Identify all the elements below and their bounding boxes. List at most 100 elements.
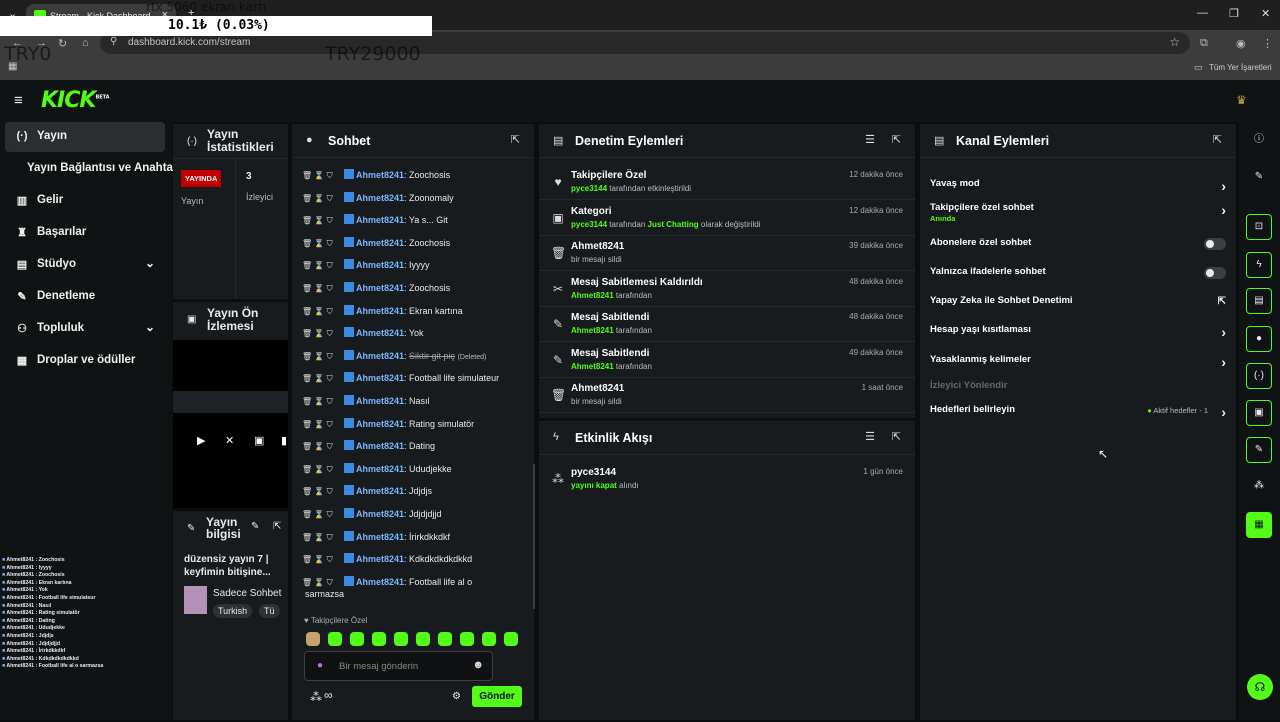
extensions-icon[interactable]: ⧉	[1200, 37, 1208, 50]
fullscreen-icon[interactable]: ▮	[281, 434, 287, 447]
emote-icon[interactable]	[372, 632, 386, 646]
popout-icon[interactable]: ⇱	[1213, 133, 1222, 146]
chat-username[interactable]: Ahmet8241	[356, 170, 404, 180]
mod-actions[interactable]: 🗑 ⌛ ⛉	[302, 284, 344, 294]
banned-words-row[interactable]: Yasaklanmış kelimeler ›	[930, 354, 1228, 378]
chat-username[interactable]: Ahmet8241	[356, 260, 404, 270]
nav-item-topluluk[interactable]: ⚇ Topluluk ⌄	[5, 314, 165, 344]
mod-actions[interactable]: 🗑 ⌛ ⛉	[302, 329, 344, 339]
mod-user[interactable]: pyce3144	[571, 220, 607, 229]
chat-message[interactable]: 🗑 ⌛ ⛉ Ahmet8241: Ya s... Git	[302, 214, 522, 226]
mod-actions[interactable]: 🗑 ⌛ ⛉	[302, 420, 344, 430]
ai-moderation-row[interactable]: Yapay Zeka ile Sohbet Denetimi ⇱	[930, 295, 1228, 319]
maximize-icon[interactable]: ❐	[1229, 7, 1239, 20]
emoji-icon[interactable]: ☻	[472, 659, 484, 671]
followers-chat-row[interactable]: Takipçilere özel sohbet Anında ›	[930, 202, 1228, 226]
slow-mode-row[interactable]: Yavaş mod ›	[930, 178, 1228, 202]
chat-message[interactable]: 🗑 ⌛ ⛉ Ahmet8241: Zoochosis	[302, 169, 522, 181]
screenshot-icon[interactable]: ⊡	[1246, 214, 1272, 240]
emote-icon[interactable]	[394, 632, 408, 646]
menu-dots-icon[interactable]: ⋮	[1262, 37, 1273, 50]
mod-actions[interactable]: 🗑 ⌛ ⛉	[302, 465, 344, 475]
mod-actions[interactable]: 🗑 ⌛ ⛉	[302, 171, 344, 181]
popout-icon[interactable]: ⇱	[511, 133, 520, 146]
support-headset-icon[interactable]: ☊	[1247, 674, 1273, 700]
mod-user[interactable]: Ahmet8241	[571, 326, 614, 335]
mod-actions[interactable]: 🗑 ⌛ ⛉	[302, 533, 344, 543]
kick-logo[interactable]: KICKBETA	[41, 88, 110, 113]
mic-icon[interactable]: ●	[317, 660, 323, 671]
edit-icon[interactable]: ✎	[251, 521, 259, 532]
chat-message[interactable]: 🗑 ⌛ ⛉ Ahmet8241: Nasıl	[302, 395, 522, 407]
home-icon[interactable]: ⌂	[82, 37, 89, 49]
chat-username[interactable]: Ahmet8241	[356, 509, 404, 519]
chat-message[interactable]: 🗑 ⌛ ⛉ Ahmet8241: Siktir git piç (Deleted)	[302, 349, 522, 362]
emote-icon[interactable]	[350, 632, 364, 646]
chat-username[interactable]: Ahmet8241	[356, 215, 404, 225]
popout-icon[interactable]: ⇱	[892, 430, 901, 443]
chat-message[interactable]: 🗑 ⌛ ⛉ Ahmet8241: Yok	[302, 327, 522, 339]
chat-message[interactable]: 🗑 ⌛ ⛉ Ahmet8241: Zoochosis	[302, 236, 522, 249]
chat-input[interactable]: ● Bir mesaj gönderin ☻	[304, 651, 493, 681]
chat-username[interactable]: Ahmet8241	[356, 193, 404, 203]
chat-username[interactable]: Ahmet8241	[356, 554, 404, 564]
chat-username[interactable]: Ahmet8241	[356, 351, 404, 361]
mod-actions[interactable]: 🗑 ⌛ ⛉	[302, 239, 344, 249]
kick-points-icon[interactable]: ⁂	[1246, 474, 1272, 500]
emote-icon[interactable]	[438, 632, 452, 646]
mod-actions[interactable]: 🗑 ⌛ ⛉	[302, 578, 344, 588]
chat-message[interactable]: 🗑 ⌛ ⛉ Ahmet8241: Ekran kartına	[302, 304, 522, 317]
mod-user[interactable]: Ahmet8241	[571, 291, 614, 300]
chat-username[interactable]: Ahmet8241	[356, 577, 404, 587]
emote-icon[interactable]	[504, 632, 518, 646]
chat-username[interactable]: Ahmet8241	[356, 532, 404, 542]
video-preview[interactable]: ▶ ✕ ▣ ▮	[173, 340, 288, 508]
chat-message[interactable]: 🗑 ⌛ ⛉ Ahmet8241: Ududjekke	[302, 462, 522, 475]
chat-bubble-icon[interactable]: ●	[1246, 326, 1272, 352]
pip-icon[interactable]: ▣	[254, 434, 264, 447]
chat-username[interactable]: Ahmet8241	[356, 306, 404, 316]
mod-actions[interactable]: 🗑 ⌛ ⛉	[302, 216, 344, 226]
layout-icon[interactable]: ▣	[1246, 400, 1272, 426]
reload-icon[interactable]: ↻	[58, 37, 67, 50]
mod-actions[interactable]: 🗑 ⌛ ⛉	[302, 307, 344, 317]
chat-message[interactable]: 🗑 ⌛ ⛉ Ahmet8241: Zoonomaly	[302, 191, 522, 204]
mod-actions[interactable]: 🗑 ⌛ ⛉	[302, 442, 344, 452]
mod-actions[interactable]: 🗑 ⌛ ⛉	[302, 261, 344, 271]
emotes-chat-toggle[interactable]	[1204, 267, 1226, 279]
nav-item-yayin[interactable]: (·) Yayın	[5, 122, 165, 152]
mod-actions[interactable]: 🗑 ⌛ ⛉	[302, 194, 344, 204]
info-icon[interactable]: ⓘ	[1246, 128, 1272, 154]
mod-user[interactable]: Ahmet8241	[571, 362, 614, 371]
filter-icon[interactable]: ☰	[865, 430, 875, 443]
chat-message[interactable]: 🗑 ⌛ ⛉ Ahmet8241: Dating	[302, 440, 522, 452]
mod-actions[interactable]: 🗑 ⌛ ⛉	[302, 487, 344, 497]
chat-username[interactable]: Ahmet8241	[356, 486, 404, 496]
chat-username[interactable]: Ahmet8241	[356, 441, 404, 451]
broadcast-icon[interactable]: (·)	[1246, 363, 1272, 389]
chat-message[interactable]: 🗑 ⌛ ⛉ Ahmet8241: Rating simulatör	[302, 417, 522, 430]
kick-points-icon[interactable]: ⁂	[310, 690, 322, 704]
filter-icon[interactable]: ☰	[865, 133, 875, 146]
app-launcher-icon[interactable]: ▦	[1246, 512, 1272, 538]
mute-icon[interactable]: ✕	[225, 434, 234, 447]
nav-item-studyo[interactable]: ▤ Stüdyo ⌄	[5, 250, 165, 280]
hamburger-icon[interactable]: ≡	[14, 92, 23, 109]
chat-message[interactable]: 🗑 ⌛ ⛉ Ahmet8241: Jdjdjdjjd	[302, 508, 522, 520]
tag-chip[interactable]: Turkish	[213, 604, 253, 618]
chat-message[interactable]: 🗑 ⌛ ⛉ Ahmet8241: Jdjdjs	[302, 485, 522, 497]
emote-icon[interactable]	[460, 632, 474, 646]
settings-gear-icon[interactable]: ⚙	[452, 691, 461, 702]
mod-actions[interactable]: 🗑 ⌛ ⛉	[302, 352, 344, 362]
nav-item-droplar[interactable]: ▦ Droplar ve ödüller	[5, 346, 165, 376]
nav-item-gelir[interactable]: ▥ Gelir	[5, 186, 165, 216]
tag-chip[interactable]: Tü	[259, 604, 280, 618]
chat-message[interactable]: 🗑 ⌛ ⛉ Ahmet8241: Football life al o	[302, 575, 522, 588]
all-bookmarks-link[interactable]: Tüm Yer İşaretleri	[1209, 63, 1272, 72]
chat-username[interactable]: Ahmet8241	[356, 373, 404, 383]
nav-item-basarilar[interactable]: ♜ Başarılar	[5, 218, 165, 248]
document-icon[interactable]: ▤	[1246, 288, 1272, 314]
mod-actions[interactable]: 🗑 ⌛ ⛉	[302, 397, 344, 407]
emote-icon[interactable]	[416, 632, 430, 646]
emote-icon[interactable]	[306, 632, 320, 646]
